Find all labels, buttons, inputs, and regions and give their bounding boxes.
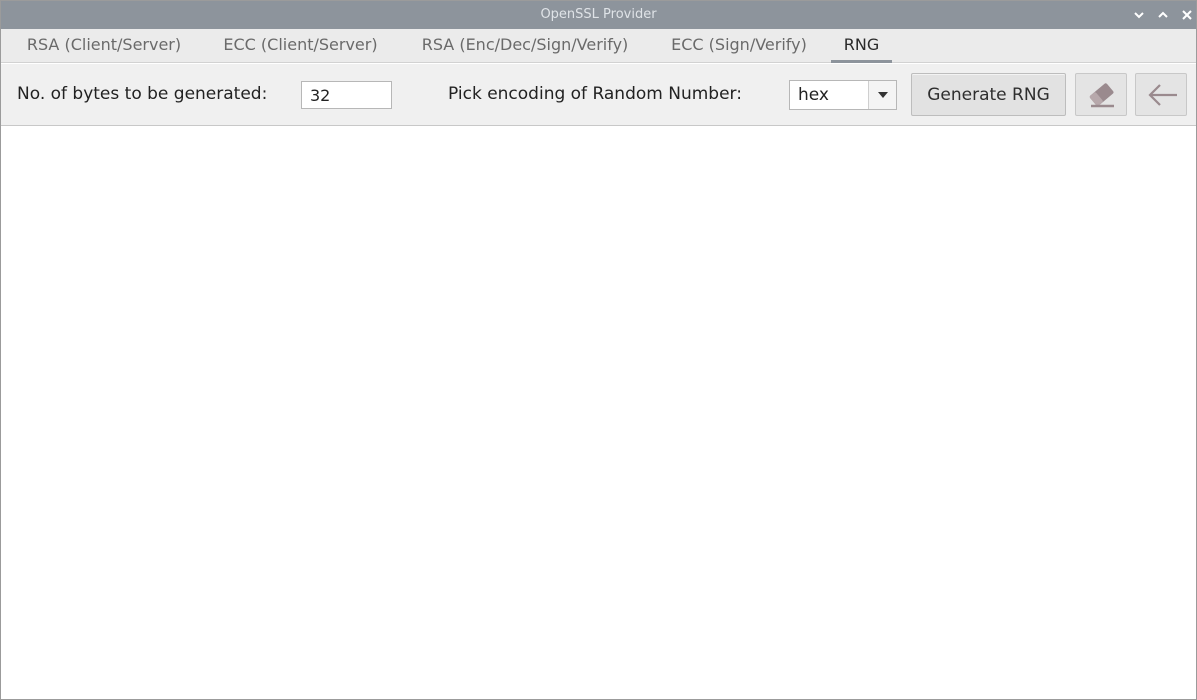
minimize-button[interactable]: [1129, 5, 1149, 25]
chevron-down-icon: [1134, 12, 1144, 19]
chevron-up-icon: [1158, 11, 1168, 18]
tab-rng[interactable]: RNG: [831, 29, 892, 63]
arrow-left-icon: [1148, 84, 1177, 106]
clear-button[interactable]: [1075, 73, 1127, 116]
encoding-label: Pick encoding of Random Number:: [448, 84, 742, 104]
back-button[interactable]: [1135, 73, 1187, 116]
close-button[interactable]: [1177, 5, 1197, 25]
maximize-button[interactable]: [1153, 5, 1173, 25]
tab-bar: RSA (Client/Server) ECC (Client/Server) …: [1, 29, 1196, 63]
dropdown-arrow[interactable]: [868, 81, 896, 109]
tab-rsa-enc-dec-sign-verify[interactable]: RSA (Enc/Dec/Sign/Verify): [406, 29, 644, 63]
generate-rng-button[interactable]: Generate RNG: [911, 73, 1066, 116]
close-icon: [1182, 10, 1192, 20]
encoding-select[interactable]: hex: [789, 80, 897, 110]
app-window: OpenSSL Provider RSA (Client/Server) ECC…: [0, 0, 1197, 700]
eraser-icon: [1089, 83, 1114, 108]
tab-rsa-client-server[interactable]: RSA (Client/Server): [13, 29, 195, 63]
bytes-input[interactable]: [301, 81, 392, 109]
window-title: OpenSSL Provider: [540, 7, 657, 22]
tab-ecc-client-server[interactable]: ECC (Client/Server): [209, 29, 392, 63]
title-bar[interactable]: OpenSSL Provider: [1, 1, 1196, 29]
rng-toolbar: No. of bytes to be generated: Pick encod…: [1, 64, 1196, 126]
bytes-label: No. of bytes to be generated:: [17, 84, 268, 104]
encoding-selected-value: hex: [798, 85, 829, 105]
tab-ecc-sign-verify[interactable]: ECC (Sign/Verify): [658, 29, 820, 63]
rng-output-area[interactable]: [1, 127, 1196, 699]
caret-down-icon: [878, 92, 888, 98]
